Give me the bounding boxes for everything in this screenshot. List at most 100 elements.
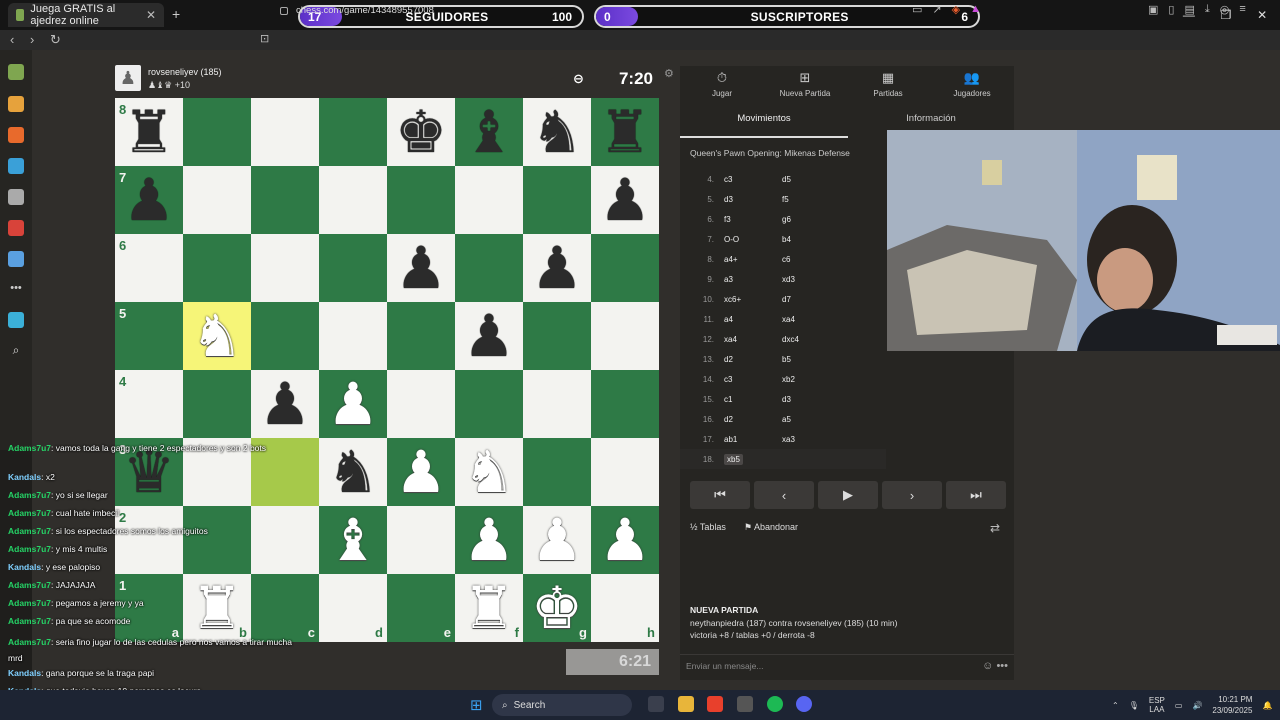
square-d2[interactable]: ♝ (319, 506, 387, 574)
windows-start-icon[interactable]: ⊞ (470, 696, 483, 714)
reload-icon[interactable]: ↻ (50, 32, 61, 48)
square-h2[interactable]: ♟ (591, 506, 659, 574)
white-move[interactable]: c3 (718, 175, 782, 184)
menu-icon[interactable]: ≡ (1239, 3, 1245, 16)
taskbar-clock[interactable]: 10:21 PM 23/09/2025 (1212, 694, 1252, 716)
square-h7[interactable]: ♟ (591, 166, 659, 234)
white-pawn-icon[interactable]: ♟ (531, 511, 583, 569)
black-knight-icon[interactable]: ♞ (327, 443, 379, 501)
play-icon[interactable] (8, 96, 24, 112)
white-king-icon[interactable]: ♚ (531, 579, 583, 637)
black-move[interactable]: xa4 (782, 315, 795, 324)
black-move[interactable]: d5 (782, 175, 791, 184)
square-d5[interactable] (319, 302, 387, 370)
url-field[interactable]: chess.com/game/143489557008 (280, 2, 1000, 19)
square-g8[interactable]: ♞ (523, 98, 591, 166)
white-move[interactable]: O-O (718, 235, 782, 244)
square-h1[interactable]: h (591, 574, 659, 642)
square-g4[interactable] (523, 370, 591, 438)
search-icon[interactable]: ⌕ (8, 343, 24, 359)
square-b6[interactable] (183, 234, 251, 302)
square-c8[interactable] (251, 98, 319, 166)
spotify-icon[interactable] (767, 696, 783, 712)
square-a7[interactable]: 7 ♟ (115, 166, 183, 234)
white-bishop-icon[interactable]: ♝ (327, 511, 379, 569)
white-move[interactable]: c1 (718, 395, 782, 404)
square-f1[interactable]: f ♜ (455, 574, 523, 642)
square-f5[interactable]: ♟ (455, 302, 523, 370)
black-move[interactable]: xb2 (782, 375, 795, 384)
close-window-icon[interactable]: ✕ (1257, 8, 1267, 22)
social-icon[interactable] (8, 251, 24, 267)
new-tab-icon[interactable]: + (172, 6, 180, 22)
shield-icon[interactable]: ◈ (952, 3, 960, 16)
brave-icon[interactable] (707, 696, 723, 712)
black-move[interactable]: a5 (782, 415, 791, 424)
white-move[interactable]: a4+ (718, 255, 782, 264)
square-h6[interactable] (591, 234, 659, 302)
previous-move-button[interactable]: ‹ (754, 481, 814, 509)
notifications-icon[interactable]: 🔔 (1262, 701, 1272, 710)
black-move[interactable]: xa3 (782, 435, 795, 444)
black-move[interactable]: b5 (782, 355, 791, 364)
square-d8[interactable] (319, 98, 387, 166)
square-d6[interactable] (319, 234, 387, 302)
black-move[interactable]: f5 (782, 195, 789, 204)
square-b5[interactable]: ♞ (183, 302, 251, 370)
square-c7[interactable] (251, 166, 319, 234)
emoji-icon[interactable]: ☺ ••• (982, 660, 1008, 672)
vpn-icon[interactable]: ◎ (1220, 3, 1230, 16)
wallet-icon[interactable]: ▤ (1184, 3, 1194, 16)
last-move-button[interactable]: ⏭ (946, 481, 1006, 509)
screen-icon[interactable]: ▭ (912, 3, 922, 16)
file-explorer-icon[interactable] (678, 696, 694, 712)
square-a8[interactable]: 8 ♜ (115, 98, 183, 166)
close-tab-icon[interactable]: ✕ (146, 8, 156, 22)
square-g6[interactable]: ♟ (523, 234, 591, 302)
watch-icon[interactable] (8, 189, 24, 205)
white-knight-icon[interactable]: ♞ (191, 307, 243, 365)
black-bishop-icon[interactable]: ♝ (463, 103, 515, 161)
black-move[interactable]: c6 (782, 255, 790, 264)
square-b7[interactable] (183, 166, 251, 234)
opponent-avatar[interactable]: ♟ (115, 65, 141, 91)
draw-button[interactable]: ½ Tablas (690, 522, 726, 533)
square-f7[interactable] (455, 166, 523, 234)
subtab-moves[interactable]: Movimientos (680, 113, 848, 124)
square-e4[interactable] (387, 370, 455, 438)
square-a5[interactable]: 5 (115, 302, 183, 370)
square-f8[interactable]: ♝ (455, 98, 523, 166)
discord-icon[interactable] (796, 696, 812, 712)
square-a4[interactable]: 4 (115, 370, 183, 438)
black-move[interactable]: b4 (782, 235, 791, 244)
square-d7[interactable] (319, 166, 387, 234)
next-move-button[interactable]: › (882, 481, 942, 509)
download-icon[interactable]: ⤓ (1205, 3, 1210, 16)
square-e5[interactable] (387, 302, 455, 370)
black-move[interactable]: dxc4 (782, 335, 799, 344)
white-pawn-icon[interactable]: ♟ (327, 375, 379, 433)
white-move[interactable]: d3 (718, 195, 782, 204)
square-e6[interactable]: ♟ (387, 234, 455, 302)
white-rook-icon[interactable]: ♜ (463, 579, 515, 637)
black-pawn-icon[interactable]: ♟ (599, 171, 651, 229)
network-icon[interactable]: ▭ (1175, 701, 1183, 710)
black-knight-icon[interactable]: ♞ (531, 103, 583, 161)
square-g1[interactable]: g ♚ (523, 574, 591, 642)
flip-board-icon[interactable]: ⇄ (990, 521, 1000, 535)
chat-message-box[interactable]: Enviar un mensaje... ☺ ••• (680, 654, 1014, 676)
volume-icon[interactable]: 🔊 (1192, 701, 1202, 710)
square-f4[interactable] (455, 370, 523, 438)
white-move[interactable]: d2 (718, 355, 782, 364)
black-move[interactable]: d7 (782, 295, 791, 304)
black-pawn-icon[interactable]: ♟ (531, 239, 583, 297)
square-g2[interactable]: ♟ (523, 506, 591, 574)
resign-button[interactable]: ⚑ Abandonar (744, 522, 798, 533)
square-e8[interactable]: ♚ (387, 98, 455, 166)
task-view-icon[interactable] (648, 696, 664, 712)
square-g7[interactable] (523, 166, 591, 234)
more-icon[interactable]: ••• (8, 282, 24, 298)
site-info-icon[interactable] (280, 6, 288, 15)
tab-new-game[interactable]: ⊞ Nueva Partida (765, 70, 845, 98)
chess-logo-icon[interactable] (8, 64, 24, 80)
